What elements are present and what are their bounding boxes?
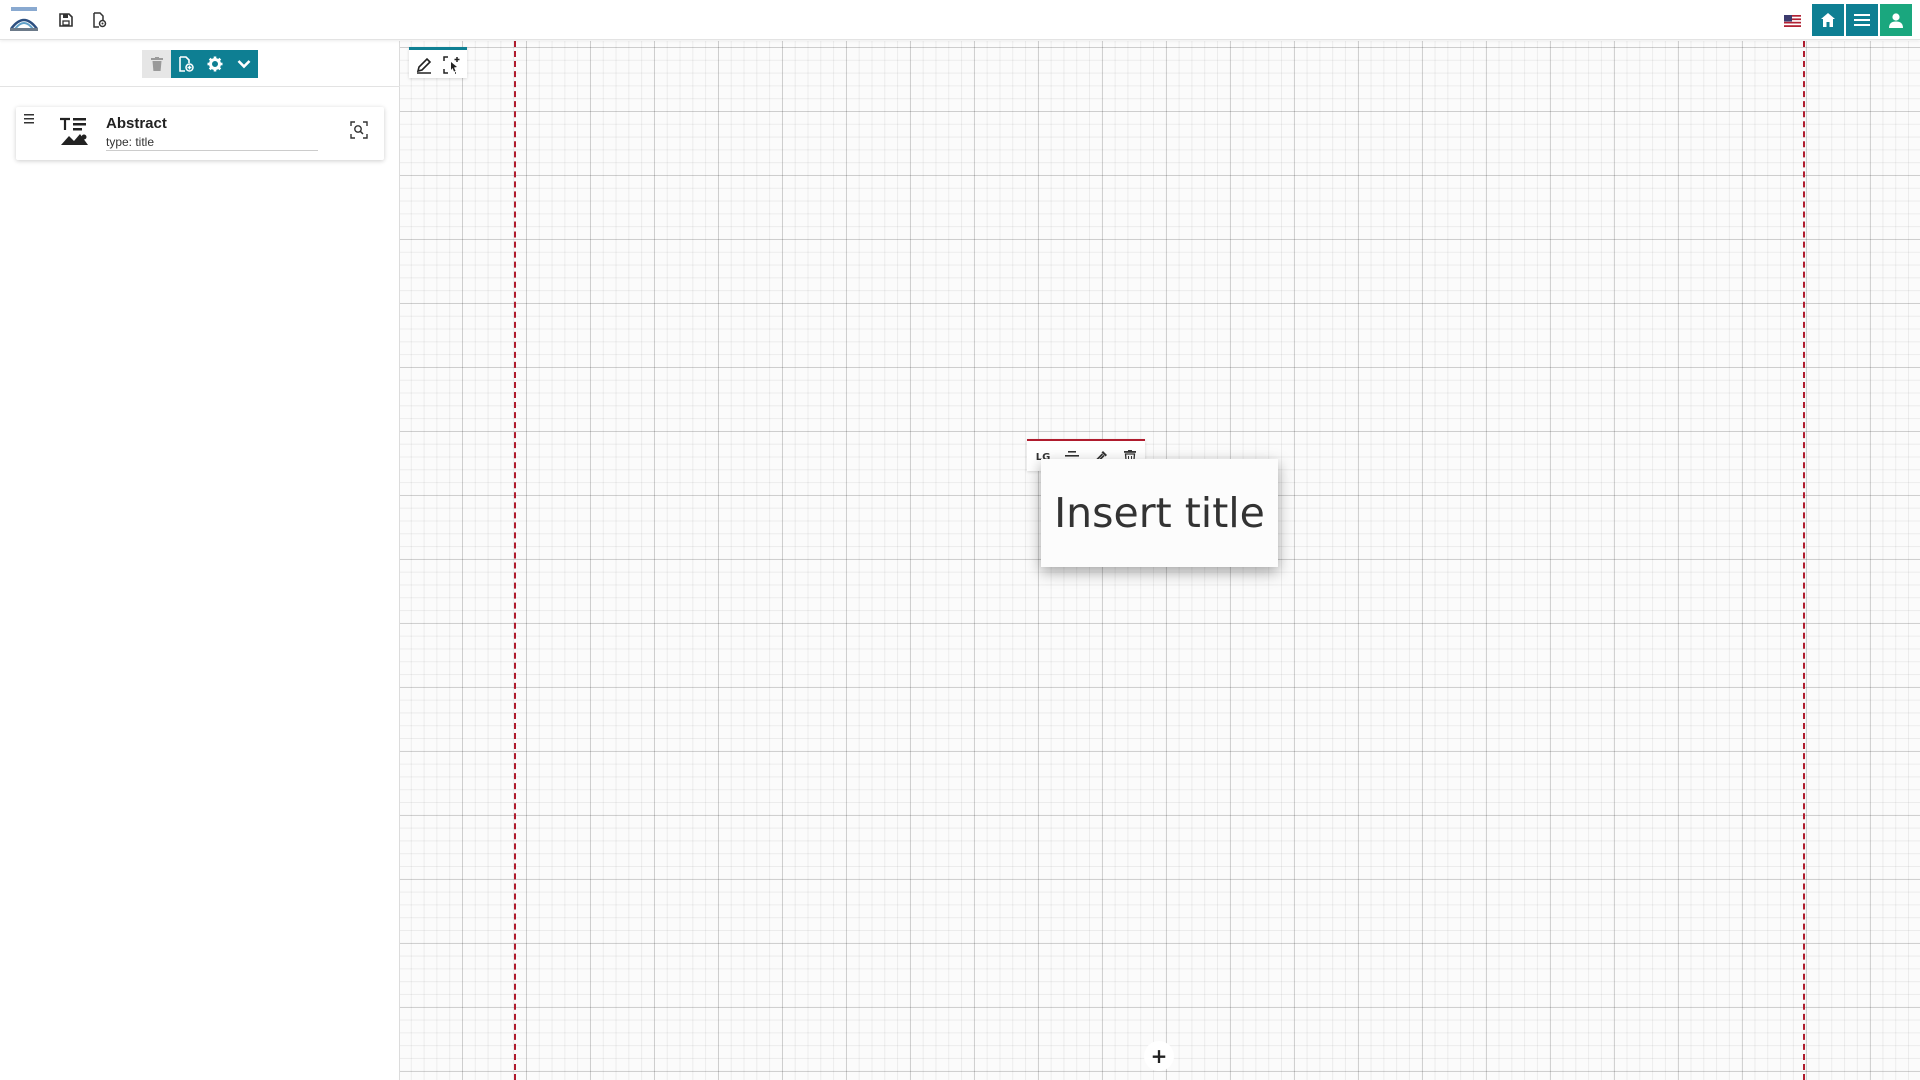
menu-button[interactable] (1846, 4, 1878, 36)
home-button[interactable] (1812, 4, 1844, 36)
pencil-icon[interactable] (415, 56, 433, 74)
list-item[interactable]: Abstract type: title (16, 107, 384, 160)
editor-canvas[interactable]: LG Insert title + (400, 41, 1920, 1080)
trash-icon (150, 57, 163, 71)
title-image-icon (58, 115, 92, 149)
title-placeholder[interactable]: Insert title (1054, 489, 1265, 537)
home-icon (1821, 13, 1835, 27)
document-gear-icon[interactable] (88, 9, 110, 31)
right-margin-guide (1803, 41, 1805, 1080)
select-area-icon[interactable] (443, 56, 461, 74)
chevron-down-icon (237, 60, 250, 69)
delete-button[interactable] (142, 50, 171, 78)
item-title: Abstract (106, 115, 167, 132)
save-icon[interactable] (55, 9, 77, 31)
add-document-icon (178, 56, 194, 72)
user-icon (1889, 13, 1903, 28)
focus-icon[interactable] (350, 121, 372, 143)
add-document-button[interactable] (171, 50, 200, 78)
user-button[interactable] (1880, 4, 1912, 36)
panel-toolbar (0, 41, 400, 87)
add-element-button[interactable]: + (1144, 1041, 1174, 1071)
left-panel: Abstract type: title (0, 41, 400, 1080)
left-margin-guide (514, 41, 516, 1080)
top-bar (0, 0, 1920, 40)
menu-icon (1854, 14, 1870, 26)
app-logo[interactable] (9, 5, 39, 33)
us-flag-icon[interactable] (1784, 14, 1801, 27)
drag-handle-icon[interactable] (24, 111, 38, 125)
settings-button[interactable] (200, 50, 229, 78)
gear-icon (207, 56, 222, 72)
title-widget[interactable]: Insert title (1041, 459, 1278, 567)
item-subtitle: type: title (106, 135, 318, 151)
expand-button[interactable] (229, 50, 258, 78)
canvas-toolbar (409, 47, 467, 78)
